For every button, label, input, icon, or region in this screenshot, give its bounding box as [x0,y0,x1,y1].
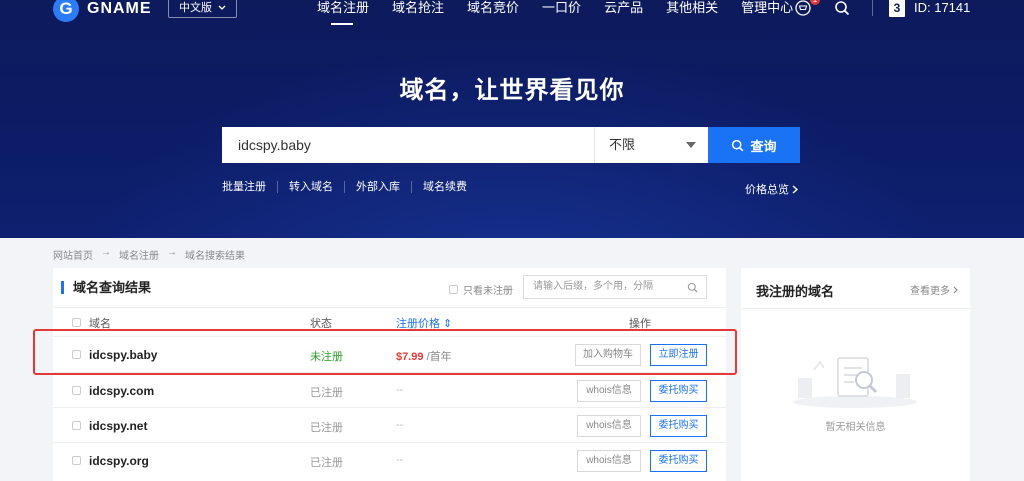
highlight-box [33,329,737,375]
row-status: 已注册 [310,422,343,434]
my-domains-title: 我注册的域名 [756,284,835,299]
search-icon[interactable] [687,282,698,293]
user-id[interactable]: ID: 17141 [914,0,970,15]
delegate-buy-button[interactable]: 委托购买 [650,415,707,437]
suffix-filter-placeholder: 请输入后缀，多个用，分隔 [533,281,653,292]
only-unregistered-checkbox[interactable] [449,285,458,294]
search-button[interactable]: 查询 [708,127,800,163]
hero-slogan: 域名，让世界看见你 [399,77,625,104]
link-renew[interactable]: 域名续费 [411,181,478,193]
view-more-link[interactable]: 查看更多 [910,282,958,297]
arrow-right-icon: → [101,247,111,258]
top-navbar: GNAME 中文版 域名注册 域名抢注 域名竞价 一口价 云产品 其他相关 管理… [0,0,1024,25]
language-selector[interactable]: 中文版 [168,0,237,18]
row-status: 已注册 [310,457,343,469]
whois-button[interactable]: whois信息 [577,380,641,402]
logo-icon [53,0,79,22]
caret-down-icon [686,142,696,148]
row-status: 已注册 [310,387,343,399]
table-row: idcspy.org 已注册 -- whois信息 委托购买 [53,442,726,477]
breadcrumb: 网站首页 → 域名注册 → 域名搜索结果 [53,247,245,262]
delegate-buy-button[interactable]: 委托购买 [650,380,707,402]
price-overview-link[interactable]: 价格总览 [745,181,798,197]
quick-links: 批量注册 转入域名 外部入库 域名续费 [222,181,478,193]
nav-item-domain-auction[interactable]: 域名竞价 [467,0,519,20]
row-checkbox[interactable] [72,386,81,395]
nav-item-domain-register[interactable]: 域名注册 [317,0,369,25]
side-divider [741,308,970,309]
arrow-right-icon: → [167,247,177,258]
view-more-label: 查看更多 [910,286,950,297]
whois-button[interactable]: whois信息 [577,450,641,472]
domain-search-box: 不限 查询 [222,127,800,163]
nav-item-domain-snap[interactable]: 域名抢注 [392,0,444,20]
breadcrumb-current: 域名搜索结果 [185,251,245,262]
suffix-select[interactable]: 不限 [594,127,708,163]
chevron-right-icon [953,286,958,293]
results-title: 域名查询结果 [61,281,151,294]
only-unregistered-filter[interactable]: 只看未注册 [449,282,513,297]
suffix-select-value: 不限 [609,137,636,152]
breadcrumb-register[interactable]: 域名注册 [119,247,159,262]
cart-badge: 1 [810,0,820,5]
whois-button[interactable]: whois信息 [577,415,641,437]
chevron-down-icon [218,5,226,10]
row-checkbox[interactable] [72,421,81,430]
language-label: 中文版 [179,2,212,14]
row-price: -- [396,419,404,431]
header-divider [872,0,873,16]
price-overview-label: 价格总览 [745,184,789,196]
search-button-label: 查询 [750,138,777,154]
row-domain: idcspy.org [89,454,149,468]
link-external-import[interactable]: 外部入库 [344,181,411,193]
search-icon[interactable] [834,0,850,16]
link-bulk-register[interactable]: 批量注册 [222,181,277,193]
select-all-checkbox[interactable] [72,318,81,327]
table-row: idcspy.net 已注册 -- whois信息 委托购买 [53,407,726,442]
empty-state-text: 暂无相关信息 [825,422,886,433]
logo[interactable]: GNAME [53,0,152,22]
nav-item-cloud[interactable]: 云产品 [604,0,643,20]
empty-state-icon [793,357,917,408]
only-unregistered-label: 只看未注册 [463,286,513,297]
main-nav: 域名注册 域名抢注 域名竞价 一口价 云产品 其他相关 管理中心 [317,0,793,25]
domain-search-input[interactable] [222,127,594,163]
results-header: 域名查询结果 只看未注册 请输入后缀，多个用，分隔 [53,268,726,308]
suffix-filter-input[interactable]: 请输入后缀，多个用，分隔 [523,275,707,299]
nav-item-other[interactable]: 其他相关 [666,0,718,20]
row-price: -- [396,454,404,466]
my-domains-panel: 我注册的域名 查看更多 暂无相关信息 [741,268,970,481]
nav-item-management[interactable]: 管理中心 [741,0,793,20]
hero-banner: GNAME 中文版 域名注册 域名抢注 域名竞价 一口价 云产品 其他相关 管理… [0,0,1024,238]
row-domain: idcspy.net [89,419,148,433]
nav-item-fixed-price[interactable]: 一口价 [542,0,581,20]
logo-text: GNAME [87,0,152,17]
search-icon [732,139,744,151]
row-domain: idcspy.com [89,384,155,398]
link-transfer-in[interactable]: 转入域名 [277,181,344,193]
user-level-icon[interactable]: 3 [889,0,905,17]
chevron-right-icon [792,184,798,194]
table-row: idcspy.com 已注册 -- whois信息 委托购买 [53,372,726,407]
row-price: -- [396,384,404,396]
cart-icon[interactable] [795,0,811,16]
delegate-buy-button[interactable]: 委托购买 [650,450,707,472]
breadcrumb-home[interactable]: 网站首页 [53,247,93,262]
row-checkbox[interactable] [72,456,81,465]
